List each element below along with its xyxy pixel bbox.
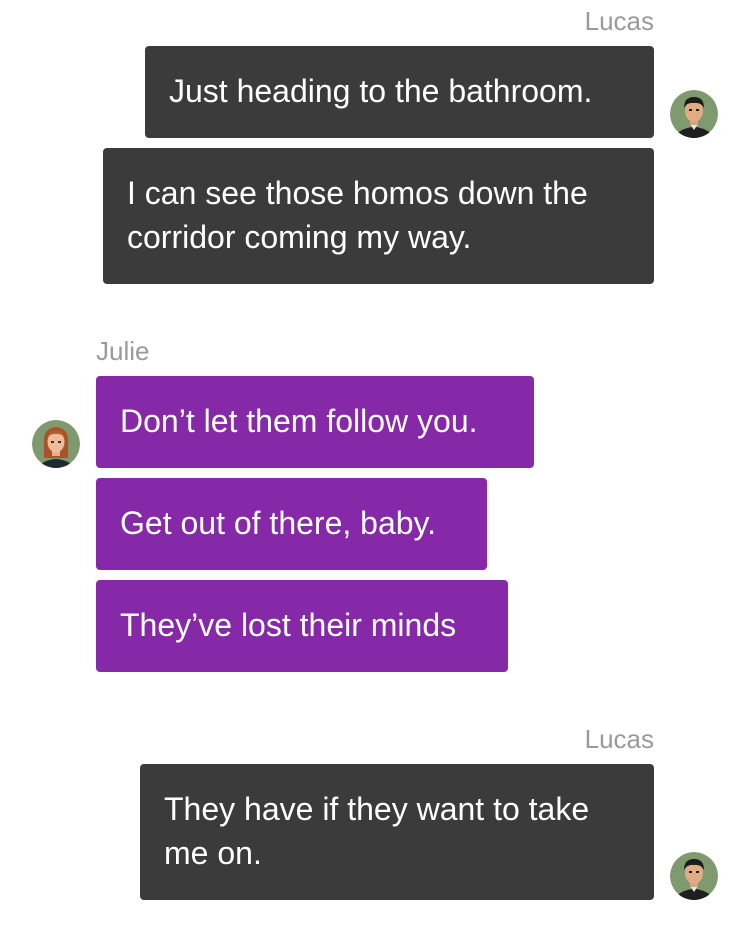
female-avatar-icon[interactable] bbox=[32, 420, 80, 468]
message-bubble[interactable]: Don’t let them follow you. bbox=[96, 376, 534, 468]
sender-name-julie: Julie bbox=[96, 336, 150, 366]
message-bubble[interactable]: They’ve lost their minds bbox=[96, 580, 508, 672]
male-avatar-icon[interactable] bbox=[670, 852, 718, 900]
message-text: Don’t let them follow you. bbox=[120, 403, 478, 439]
message-text: They’ve lost their minds bbox=[120, 607, 457, 643]
message-bubble[interactable]: They have if they want to take me on. bbox=[140, 764, 654, 900]
message-text: I can see those homos down the corridor … bbox=[127, 175, 588, 255]
message-bubble[interactable]: Get out of there, baby. bbox=[96, 478, 487, 570]
sender-name-lucas: Lucas bbox=[584, 724, 654, 754]
message-bubble[interactable]: I can see those homos down the corridor … bbox=[103, 148, 654, 284]
male-avatar-icon[interactable] bbox=[670, 90, 718, 138]
message-bubble[interactable]: Just heading to the bathroom. bbox=[145, 46, 654, 138]
sender-name-lucas: Lucas bbox=[584, 6, 654, 36]
message-text: Get out of there, baby. bbox=[120, 505, 437, 541]
message-text: They have if they want to take me on. bbox=[164, 791, 590, 871]
message-text: Just heading to the bathroom. bbox=[169, 73, 593, 109]
